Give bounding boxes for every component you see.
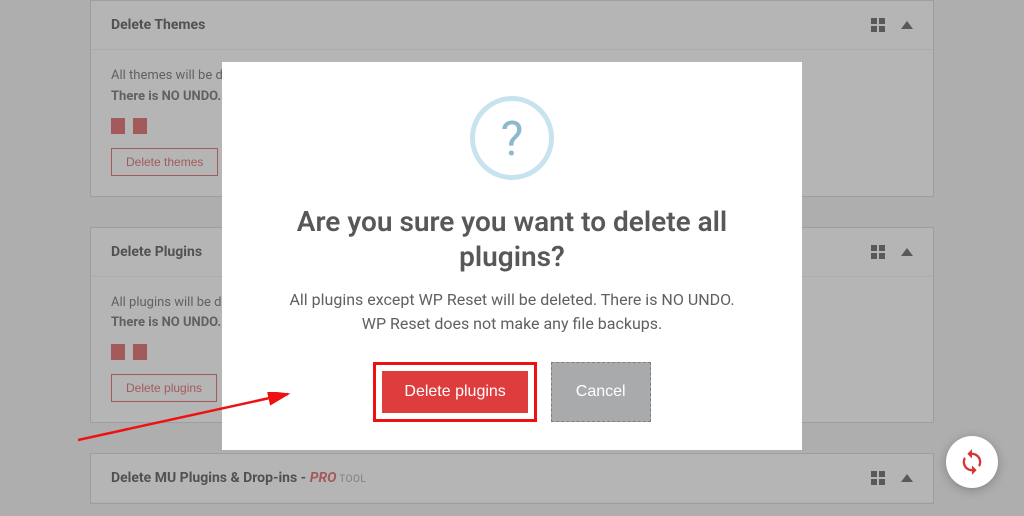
cancel-button[interactable]: Cancel bbox=[551, 362, 651, 422]
confirm-delete-button[interactable]: Delete plugins bbox=[382, 371, 527, 413]
annotation-highlight: Delete plugins bbox=[373, 362, 536, 422]
modal-actions: Delete plugins Cancel bbox=[250, 362, 774, 422]
refresh-fab[interactable] bbox=[946, 436, 998, 488]
confirm-modal: ? Are you sure you want to delete all pl… bbox=[222, 62, 802, 450]
refresh-icon bbox=[958, 448, 986, 476]
modal-description: All plugins except WP Reset will be dele… bbox=[250, 288, 774, 336]
modal-overlay: ? Are you sure you want to delete all pl… bbox=[0, 0, 1024, 516]
question-icon: ? bbox=[470, 96, 554, 180]
modal-title: Are you sure you want to delete all plug… bbox=[250, 204, 774, 274]
